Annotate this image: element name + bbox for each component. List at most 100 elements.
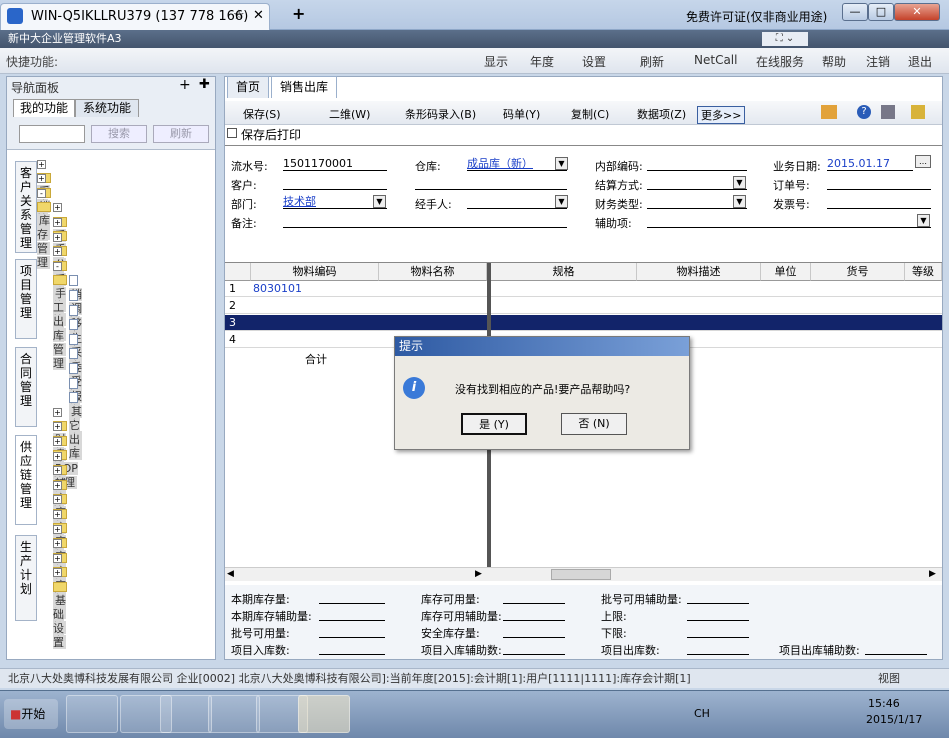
tree-node[interactable]: +盘点管理: [53, 420, 70, 503]
tree-node[interactable]: +ROP管理: [53, 434, 78, 490]
tab-my-functions[interactable]: 我的功能: [13, 99, 75, 117]
finance-type-dropdown[interactable]: ▼: [733, 195, 746, 208]
online-service-button[interactable]: 在线服务: [756, 53, 804, 70]
tree-node[interactable]: 生产领用: [69, 318, 82, 387]
aux-dropdown[interactable]: ▼: [917, 214, 930, 227]
remote-session-tab[interactable]: WIN-Q5IKLLRU379 (137 778 166) ☆ ✕: [0, 3, 270, 30]
tree-node[interactable]: +库存明细报表: [53, 478, 70, 590]
qr-button[interactable]: 二维(W): [329, 106, 370, 122]
pin-icon[interactable]: ✚: [199, 77, 210, 92]
print-icon[interactable]: [881, 105, 895, 119]
tree-node[interactable]: +系统入库管理: [53, 201, 70, 312]
close-tab-icon[interactable]: ✕: [253, 8, 264, 23]
refresh-nav-button[interactable]: 刷新: [153, 125, 209, 143]
tree-node[interactable]: +库存日报表: [53, 493, 70, 590]
col-description[interactable]: 物料描述: [637, 263, 761, 281]
order-no-field[interactable]: [827, 176, 931, 190]
view-button[interactable]: 视图: [878, 669, 900, 688]
add-icon[interactable]: +: [179, 77, 191, 93]
col-material-name[interactable]: 物料名称: [379, 263, 487, 281]
settlement-dropdown[interactable]: ▼: [733, 176, 746, 189]
taskbar-app-explorer[interactable]: [160, 695, 212, 733]
tree-node[interactable]: +库存分析报表: [53, 537, 70, 648]
exit-form-icon[interactable]: [911, 105, 925, 119]
clock-time[interactable]: 15:46: [868, 697, 900, 710]
tree-node[interactable]: 受托加工出库: [69, 361, 82, 459]
tree-node[interactable]: 移库出库: [69, 303, 82, 372]
table-row[interactable]: 2: [225, 298, 942, 314]
start-button[interactable]: ■开始: [4, 699, 58, 729]
tree-node[interactable]: 采购退货: [69, 332, 82, 402]
handler-dropdown[interactable]: ▼: [555, 195, 568, 208]
tab-home[interactable]: 首页: [227, 76, 270, 98]
tree-node[interactable]: +基础设置: [53, 566, 70, 649]
maximize-button[interactable]: □: [868, 3, 894, 21]
internal-code-field[interactable]: [647, 157, 747, 171]
tree-node[interactable]: -库存管理: [37, 186, 54, 270]
tree-node[interactable]: +采购管理: [37, 157, 54, 240]
tree-node[interactable]: -手工出库管理: [53, 259, 70, 371]
barcode-button[interactable]: 条形码录入(B): [405, 106, 476, 122]
tree-node[interactable]: +库存初始: [53, 551, 70, 635]
tab-sales-outbound[interactable]: 销售出库: [271, 76, 338, 98]
table-row[interactable]: 1 8030101: [225, 281, 942, 297]
minimize-button[interactable]: —: [842, 3, 868, 21]
handler-field[interactable]: [467, 195, 567, 209]
vtab-production[interactable]: 生产计划: [15, 535, 37, 621]
vtab-project[interactable]: 项目管理: [15, 259, 37, 339]
save-print-checkbox[interactable]: [227, 128, 237, 138]
no-button[interactable]: 否 (N): [561, 413, 627, 435]
business-date-field[interactable]: 2015.01.17: [827, 157, 913, 171]
serial-field[interactable]: 1501170001: [283, 157, 387, 171]
settings-button[interactable]: 设置: [582, 53, 606, 70]
language-indicator[interactable]: CH: [694, 707, 710, 720]
settlement-field[interactable]: [647, 176, 747, 190]
vtab-supply-chain[interactable]: 供应链管理: [15, 435, 37, 525]
year-button[interactable]: 年度: [530, 53, 554, 70]
star-icon[interactable]: ☆: [233, 8, 245, 23]
col-spec[interactable]: 规格: [491, 263, 637, 281]
tree-node[interactable]: 调拨出库: [69, 288, 82, 358]
tree-node[interactable]: +库存月报表: [53, 507, 70, 605]
finance-type-field[interactable]: [647, 195, 747, 209]
yes-button[interactable]: 是 (Y): [461, 413, 527, 435]
taskbar-app-network[interactable]: [66, 695, 118, 733]
col-material-code[interactable]: 物料编码: [251, 263, 379, 281]
tree-node[interactable]: 销售出库: [69, 274, 82, 343]
new-tab-icon[interactable]: +: [292, 4, 305, 23]
department-field[interactable]: 技术部: [283, 195, 387, 209]
tree-node[interactable]: 报废出库: [69, 376, 82, 445]
customer-field[interactable]: [283, 176, 387, 190]
col-unit[interactable]: 单位: [761, 263, 811, 281]
search-input[interactable]: [19, 125, 85, 143]
refresh-button[interactable]: 刷新: [640, 53, 664, 70]
save-button[interactable]: 保存(S): [243, 106, 281, 122]
tree-node[interactable]: +辅单管理: [53, 449, 70, 532]
chart-icon[interactable]: [821, 105, 837, 119]
remark-field[interactable]: [283, 214, 567, 228]
tree-node[interactable]: +财务处理: [53, 405, 70, 489]
close-button[interactable]: ✕: [894, 3, 940, 21]
col-grade[interactable]: 等级: [905, 263, 942, 281]
netcall-button[interactable]: NetCall: [694, 53, 737, 67]
logout-button[interactable]: 注销: [866, 53, 890, 70]
tree-node[interactable]: +系统出库管理: [53, 245, 70, 356]
show-button[interactable]: 显示: [484, 53, 508, 70]
clock-date[interactable]: 2015/1/17: [866, 713, 922, 726]
col-item-no[interactable]: 货号: [811, 263, 905, 281]
tree-node[interactable]: +公用功能管理: [53, 230, 70, 341]
help-icon[interactable]: ?: [857, 105, 871, 119]
copy-button[interactable]: 复制(C): [571, 106, 609, 122]
code-sheet-button[interactable]: 码单(Y): [503, 106, 540, 122]
invoice-field[interactable]: [827, 195, 931, 209]
tree-node[interactable]: 委外加工出库: [69, 347, 82, 444]
tree-node[interactable]: +库存年报表: [53, 522, 70, 619]
tree-node[interactable]: +手工入库管理: [53, 215, 70, 327]
warehouse-field[interactable]: 成品库（新）: [467, 157, 567, 171]
customer-name-field[interactable]: [415, 176, 567, 190]
table-row-selected[interactable]: 3: [225, 315, 942, 331]
material-code-cell[interactable]: 8030101: [253, 281, 302, 297]
vtab-crm[interactable]: 客户关系管理: [15, 161, 37, 253]
remote-controls[interactable]: ⛶ ⌄: [762, 32, 808, 46]
tree-node[interactable]: +库存常用报表: [53, 464, 70, 575]
